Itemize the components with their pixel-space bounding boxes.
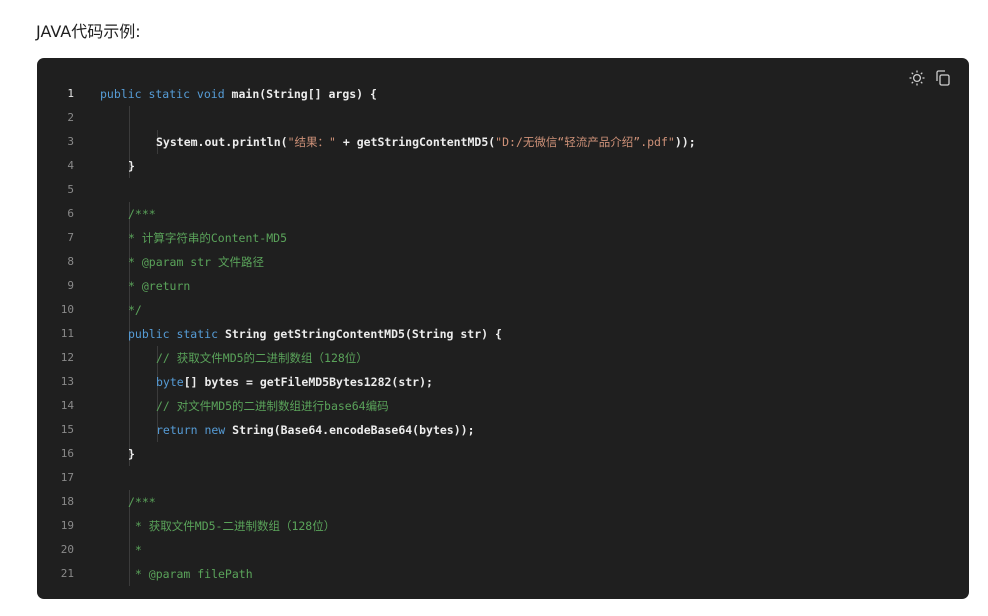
code-text: public static void main(String[] args) { [100, 82, 377, 106]
code-line: 1 public static void main(String[] args) … [37, 82, 969, 106]
code-token: )); [674, 135, 696, 149]
code-line: 18 /*** [37, 490, 969, 514]
code-token: return new [156, 423, 226, 437]
code-line: 5 [37, 178, 969, 202]
code-lines: 1 public static void main(String[] args) … [37, 82, 969, 586]
code-text: // 对文件MD5的二进制数组进行base64编码 [156, 394, 389, 418]
code-line: 12 // 获取文件MD5的二进制数组（128位） [37, 346, 969, 370]
code-token: * @param str 文件路径 [128, 255, 265, 269]
code-text: } [128, 442, 135, 466]
code-text: * 获取文件MD5-二进制数组（128位） [128, 514, 335, 538]
line-number: 2 [67, 111, 74, 124]
code-line: 17 [37, 466, 969, 490]
code-line: 3 System.out.println("结果：" + getStringCon… [37, 130, 969, 154]
code-text: * @return [128, 274, 190, 298]
code-token: * [128, 543, 142, 557]
line-number: 12 [60, 351, 74, 364]
code-token: [] bytes = getFileMD5Bytes1282(str); [183, 375, 433, 389]
indent-guide [129, 394, 130, 418]
code-line: 10 */ [37, 298, 969, 322]
code-token: } [128, 159, 135, 173]
line-number: 15 [60, 423, 74, 436]
code-line: 19 * 获取文件MD5-二进制数组（128位） [37, 514, 969, 538]
code-token: "结果：" [287, 135, 336, 149]
code-text: // 获取文件MD5的二进制数组（128位） [156, 346, 368, 370]
code-text: * @param filePath [128, 562, 253, 586]
code-text: * 计算字符串的Content-MD5 [128, 226, 287, 250]
line-number: 20 [60, 543, 74, 556]
code-token: public static [128, 327, 219, 341]
code-text: } [128, 154, 135, 178]
code-line: 11 public static String getStringContentM… [37, 322, 969, 346]
code-line: 2 [37, 106, 969, 130]
code-line: 7 * 计算字符串的Content-MD5 [37, 226, 969, 250]
code-token: byte [156, 375, 184, 389]
code-token: + getStringContentMD5( [335, 135, 496, 149]
code-token: // 获取文件MD5的二进制数组（128位） [156, 351, 368, 365]
line-number: 19 [60, 519, 74, 532]
code-token: */ [128, 303, 142, 317]
code-token: /*** [128, 495, 156, 509]
code-token: /*** [128, 207, 156, 221]
code-line: 4} [37, 154, 969, 178]
line-number: 9 [67, 279, 74, 292]
code-line: 9 * @return [37, 274, 969, 298]
line-number: 13 [60, 375, 74, 388]
code-token: String(Base64.encodeBase64(bytes)); [225, 423, 475, 437]
code-line: 21 * @param filePath [37, 562, 969, 586]
code-text: /*** [128, 490, 156, 514]
code-token: System.out.println( [156, 135, 288, 149]
code-text: * @param str 文件路径 [128, 250, 264, 274]
code-token: public static void [100, 87, 225, 101]
line-number: 18 [60, 495, 74, 508]
line-number: 7 [67, 231, 74, 244]
code-text: * [128, 538, 142, 562]
code-text: byte[] bytes = getFileMD5Bytes1282(str); [156, 370, 433, 394]
line-number: 3 [67, 135, 74, 148]
line-number: 14 [60, 399, 74, 412]
code-line: 20 * [37, 538, 969, 562]
code-token: * 计算字符串的Content-MD5 [128, 231, 288, 245]
line-number: 4 [67, 159, 74, 172]
code-line: 8 * @param str 文件路径 [37, 250, 969, 274]
code-line: 14 // 对文件MD5的二进制数组进行base64编码 [37, 394, 969, 418]
line-number: 17 [60, 471, 74, 484]
line-number: 6 [67, 207, 74, 220]
code-text: /*** [128, 202, 156, 226]
indent-guide [129, 130, 130, 154]
code-token: } [128, 447, 135, 461]
code-line: 13 byte[] bytes = getFileMD5Bytes1282(str… [37, 370, 969, 394]
code-token: * 获取文件MD5-二进制数组（128位） [128, 519, 336, 533]
line-number: 16 [60, 447, 74, 460]
line-number: 1 [67, 87, 74, 100]
code-line: 6 /*** [37, 202, 969, 226]
line-number: 8 [67, 255, 74, 268]
line-number: 21 [60, 567, 74, 580]
code-token: // 对文件MD5的二进制数组进行base64编码 [156, 399, 389, 413]
code-block: 1 public static void main(String[] args) … [37, 58, 969, 599]
page-heading: JAVA代码示例: [36, 22, 141, 41]
indent-guide [129, 106, 130, 130]
indent-guide [129, 418, 130, 442]
code-token: main(String[] args) { [224, 87, 377, 101]
code-token: "D:/无微信“轻流产品介绍”.pdf" [495, 135, 675, 149]
code-token: * @return [128, 279, 191, 293]
indent-guide [129, 370, 130, 394]
code-token: String getStringContentMD5(String str) { [218, 327, 502, 341]
code-line: 15 return new String(Base64.encodeBase64(… [37, 418, 969, 442]
code-text: public static String getStringContentMD5… [128, 322, 502, 346]
line-number: 10 [60, 303, 74, 316]
code-text: System.out.println("结果：" + getStringCont… [156, 130, 696, 154]
code-token: * @param filePath [128, 567, 253, 581]
line-number: 5 [67, 183, 74, 196]
code-text: */ [128, 298, 142, 322]
code-text: return new String(Base64.encodeBase64(by… [156, 418, 475, 442]
indent-guide [129, 346, 130, 370]
line-number: 11 [60, 327, 74, 340]
code-line: 16} [37, 442, 969, 466]
